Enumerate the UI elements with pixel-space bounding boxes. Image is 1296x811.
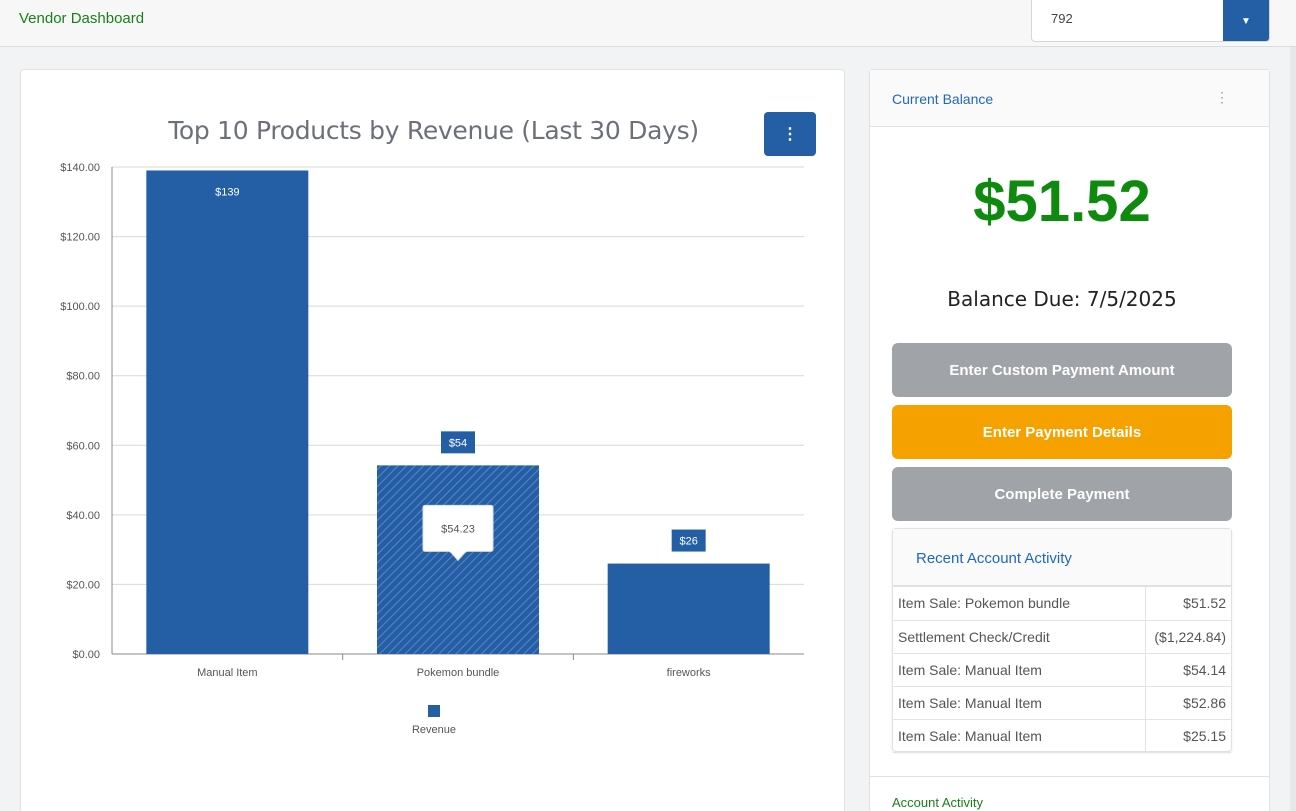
x-tick-label: Pokemon bundle xyxy=(417,667,500,679)
activity-row: Item Sale: Pokemon bundle $51.52 xyxy=(893,587,1231,621)
data-label: $26 xyxy=(671,529,706,552)
y-tick-label: $60.00 xyxy=(66,440,100,452)
top-bar: Vendor Dashboard 792 ▼ xyxy=(0,0,1296,47)
activity-row: Item Sale: Manual Item $52.86 xyxy=(893,686,1231,720)
vendor-select[interactable]: 792 ▼ xyxy=(1031,0,1270,42)
activity-amount: $54.14 xyxy=(1144,653,1231,687)
x-tick-label: Manual Item xyxy=(197,667,258,679)
activity-amount: $52.86 xyxy=(1144,686,1231,720)
activity-row: Settlement Check/Credit ($1,224.84) xyxy=(893,620,1231,654)
activity-description: Item Sale: Manual Item xyxy=(893,719,1145,753)
y-tick-label: $100.00 xyxy=(60,301,100,313)
current-balance-card: Current Balance ⋮ $51.52 Balance Due: 7/… xyxy=(869,69,1270,811)
payment-details-button[interactable]: Enter Payment Details xyxy=(892,405,1232,459)
activity-description: Item Sale: Pokemon bundle xyxy=(893,587,1145,621)
activity-description: Settlement Check/Credit xyxy=(893,620,1145,654)
bar-fireworks[interactable] xyxy=(607,563,770,654)
activity-amount: $25.15 xyxy=(1144,719,1231,753)
tooltip-text: $54.23 xyxy=(441,523,475,535)
balance-due-date: Balance Due: 7/5/2025 xyxy=(947,287,1177,311)
recent-activity-panel: Recent Account Activity Item Sale: Pokem… xyxy=(892,528,1232,753)
data-label: $54 xyxy=(441,431,475,454)
recent-activity-title: Recent Account Activity xyxy=(916,550,1072,567)
y-tick-label: $80.00 xyxy=(66,371,100,383)
section-divider xyxy=(870,776,1269,777)
data-label-text: $26 xyxy=(679,536,697,548)
y-tick-label: $20.00 xyxy=(66,579,100,591)
account-activity-title: Account Activity xyxy=(892,795,984,810)
y-tick-label: $40.00 xyxy=(66,510,100,522)
page-scrollbar[interactable] xyxy=(1290,47,1296,811)
activity-description: Item Sale: Manual Item xyxy=(893,686,1145,720)
activity-row: Item Sale: Manual Item $54.14 xyxy=(893,653,1231,687)
y-tick-label: $120.00 xyxy=(60,232,100,244)
activity-row: Item Sale: Manual Item $25.15 xyxy=(893,719,1231,753)
caret-down-icon[interactable]: ▼ xyxy=(1223,0,1269,41)
activity-description: Item Sale: Manual Item xyxy=(893,653,1145,687)
revenue-bar-chart: $139 $54 $26 $0.00 $20.00 $40.00 $60.00 $80.00… xyxy=(60,162,804,736)
balance-amount: $51.52 xyxy=(973,169,1151,234)
y-tick-label: $0.00 xyxy=(72,649,100,661)
balance-card-header: Current Balance ⋮ xyxy=(870,70,1269,127)
vendor-select-value: 792 xyxy=(1051,11,1073,26)
data-label-text: $54 xyxy=(449,437,467,449)
activity-amount: $51.52 xyxy=(1144,587,1231,621)
bar-manual-item[interactable] xyxy=(146,170,309,654)
x-tick-label: fireworks xyxy=(667,667,712,679)
activity-amount: ($1,224.84) xyxy=(1144,620,1231,654)
app-title: Vendor Dashboard xyxy=(19,10,145,27)
recent-activity-table: Item Sale: Pokemon bundle $51.52 Settlemen… xyxy=(893,587,1231,753)
recent-activity-header: Recent Account Activity xyxy=(893,529,1231,587)
kebab-menu-icon[interactable]: ⋮ xyxy=(1215,89,1229,106)
complete-payment-button[interactable]: Complete Payment xyxy=(892,467,1232,521)
legend-label: Revenue xyxy=(412,724,456,736)
revenue-chart-card: Top 10 Products by Revenue (Last 30 Days… xyxy=(20,69,845,811)
data-label-text: $139 xyxy=(215,186,239,198)
legend-swatch[interactable] xyxy=(428,705,440,717)
custom-payment-amount-button[interactable]: Enter Custom Payment Amount xyxy=(892,343,1232,397)
data-label: $139 xyxy=(210,180,245,203)
balance-card-title: Current Balance xyxy=(892,91,994,107)
y-tick-label: $140.00 xyxy=(60,162,100,174)
